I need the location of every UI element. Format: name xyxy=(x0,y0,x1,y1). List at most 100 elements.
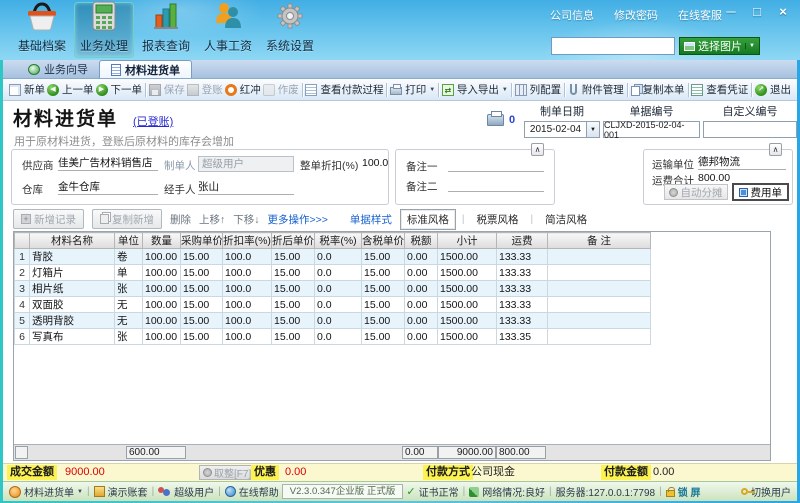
cell[interactable]: 0.00 xyxy=(405,249,438,265)
cell[interactable]: 100.0 xyxy=(223,249,272,265)
void-button[interactable]: 作废 xyxy=(262,80,300,100)
post-account-button[interactable]: 登账 xyxy=(186,80,224,100)
discount-amount-value[interactable]: 0.00 xyxy=(285,465,306,480)
change-password-link[interactable]: 修改密码 xyxy=(614,7,658,23)
remark1-field[interactable] xyxy=(448,157,544,172)
cell[interactable]: 15.00 xyxy=(181,329,223,345)
print-count-button[interactable]: 0 xyxy=(487,114,515,126)
prev-doc-button[interactable]: ◀上一单 xyxy=(46,80,95,100)
cell[interactable]: 133.33 xyxy=(497,265,548,281)
status-online-help[interactable]: 在线帮助 xyxy=(225,484,279,499)
online-service-link[interactable]: 在线客服 xyxy=(678,7,722,23)
cell[interactable]: 无 xyxy=(115,313,143,329)
nav-item-people[interactable]: 人事工资 xyxy=(198,2,258,58)
cell[interactable]: 1500.00 xyxy=(438,265,497,281)
pay-method-value[interactable]: 公司现金 xyxy=(471,465,515,480)
auto-split-button[interactable]: 自动分摊 xyxy=(664,184,728,200)
lock-screen-button[interactable]: 锁 屏 xyxy=(666,484,701,499)
cell[interactable]: 0.0 xyxy=(315,329,362,345)
cell[interactable]: 15.00 xyxy=(272,265,315,281)
cell[interactable]: 0.00 xyxy=(405,265,438,281)
cell[interactable]: 100.0 xyxy=(223,281,272,297)
import-export-button[interactable]: ⇄导入导出▼ xyxy=(441,80,509,100)
style-tab-1[interactable]: 标准风格 xyxy=(400,209,456,230)
cell[interactable] xyxy=(548,281,651,297)
maximize-button[interactable]: □ xyxy=(750,4,764,19)
cell[interactable]: 15.00 xyxy=(181,249,223,265)
cell[interactable] xyxy=(548,265,651,281)
cell[interactable]: 背胶 xyxy=(30,249,115,265)
delete-row-button[interactable]: 删除 xyxy=(170,212,191,227)
nav-item-chart[interactable]: 报表查询 xyxy=(136,2,196,58)
cell[interactable]: 双面胶 xyxy=(30,297,115,313)
cell[interactable]: 133.33 xyxy=(497,249,548,265)
cell[interactable]: 1500.00 xyxy=(438,297,497,313)
attachment-button[interactable]: 附件管理 xyxy=(567,80,625,100)
cell[interactable]: 卷 xyxy=(115,249,143,265)
company-info-link[interactable]: 公司信息 xyxy=(550,7,594,23)
cell[interactable]: 100.0 xyxy=(223,265,272,281)
cell[interactable]: 单 xyxy=(115,265,143,281)
fee-doc-button[interactable]: 费用单 xyxy=(732,183,790,201)
doc-no-input[interactable]: CLJXD-2015-02-04-001 xyxy=(603,121,700,138)
cell[interactable]: 15.00 xyxy=(272,249,315,265)
cell[interactable]: 0.0 xyxy=(315,265,362,281)
view-payment-button[interactable]: 查看付款过程 xyxy=(304,80,384,100)
remark2-field[interactable] xyxy=(448,177,544,192)
save-button[interactable]: 保存 xyxy=(148,80,186,100)
handler-field[interactable]: 张山 xyxy=(198,180,294,195)
cell[interactable]: 0.0 xyxy=(315,313,362,329)
view-voucher-button[interactable]: 查看凭证 xyxy=(690,80,749,100)
doc-date-select[interactable]: 2015-02-04 ▼ xyxy=(524,121,600,138)
exit-button[interactable]: ↗退出 xyxy=(754,80,792,100)
cell[interactable]: 100.00 xyxy=(143,281,181,297)
row-number[interactable]: 4 xyxy=(15,297,30,313)
minimize-button[interactable]: ─ xyxy=(724,4,738,19)
custom-no-input[interactable] xyxy=(703,121,797,138)
cell[interactable]: 100.00 xyxy=(143,249,181,265)
cell[interactable]: 15.00 xyxy=(362,329,405,345)
cell[interactable]: 0.00 xyxy=(405,313,438,329)
doc-style-link[interactable]: 单据样式 xyxy=(350,212,392,227)
collapse-icon[interactable]: ∧ xyxy=(531,143,544,156)
column-config-button[interactable]: 列配置 xyxy=(514,80,563,100)
cell[interactable]: 张 xyxy=(115,281,143,297)
row-number[interactable]: 1 xyxy=(15,249,30,265)
cell[interactable]: 0.0 xyxy=(315,249,362,265)
cell[interactable]: 100.00 xyxy=(143,297,181,313)
cell[interactable]: 写真布 xyxy=(30,329,115,345)
cell[interactable]: 15.00 xyxy=(181,265,223,281)
cell[interactable] xyxy=(548,329,651,345)
close-button[interactable]: × xyxy=(776,4,790,19)
cell[interactable]: 15.00 xyxy=(181,297,223,313)
cell[interactable]: 无 xyxy=(115,297,143,313)
cell[interactable]: 15.00 xyxy=(362,297,405,313)
style-tab-2[interactable]: 税票风格 xyxy=(471,210,525,229)
cell[interactable]: 100.00 xyxy=(143,313,181,329)
cell[interactable]: 100.00 xyxy=(143,265,181,281)
cell[interactable]: 15.00 xyxy=(362,249,405,265)
cell[interactable]: 15.00 xyxy=(181,313,223,329)
paid-amount-value[interactable]: 0.00 xyxy=(653,465,674,480)
cell[interactable]: 15.00 xyxy=(362,313,405,329)
carrier-field[interactable]: 德邦物流 xyxy=(698,155,786,170)
choose-image-button[interactable]: 选择图片 ▼ xyxy=(679,37,760,55)
copy-doc-button[interactable]: 复制本单 xyxy=(630,80,686,100)
copy-add-button[interactable]: 复制新增 xyxy=(92,209,162,229)
cell[interactable]: 100.0 xyxy=(223,297,272,313)
cell[interactable] xyxy=(548,313,651,329)
cell[interactable]: 0.0 xyxy=(315,297,362,313)
cell[interactable]: 张 xyxy=(115,329,143,345)
cell[interactable]: 0.0 xyxy=(315,281,362,297)
cell[interactable] xyxy=(548,249,651,265)
next-doc-button[interactable]: ▶下一单 xyxy=(95,80,144,100)
cell[interactable]: 1500.00 xyxy=(438,249,497,265)
round-button[interactable]: 取整[F7] xyxy=(199,465,255,480)
cell[interactable]: 1500.00 xyxy=(438,313,497,329)
nav-item-basket[interactable]: 基础档案 xyxy=(12,2,72,58)
cell[interactable]: 15.00 xyxy=(362,265,405,281)
add-record-button[interactable]: + 新增记录 xyxy=(13,209,84,229)
cell[interactable]: 0.00 xyxy=(405,281,438,297)
cell[interactable]: 相片纸 xyxy=(30,281,115,297)
cell[interactable]: 133.33 xyxy=(497,313,548,329)
